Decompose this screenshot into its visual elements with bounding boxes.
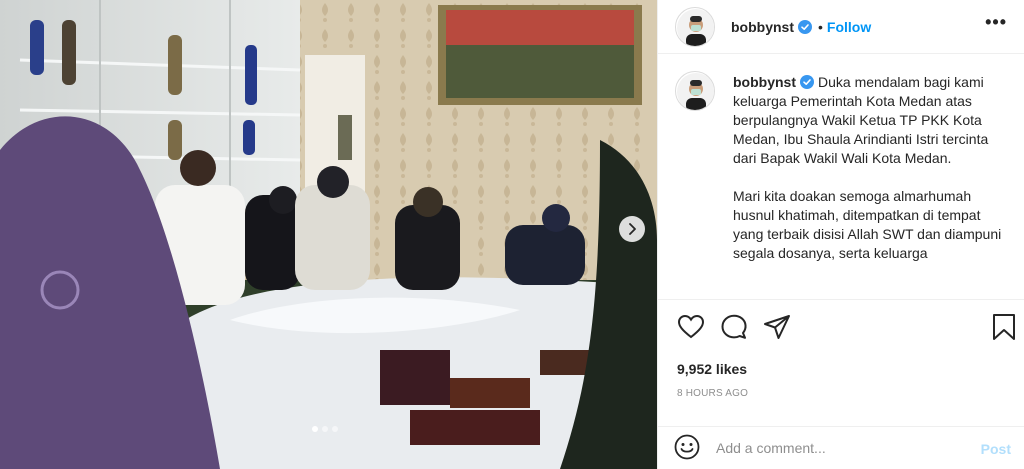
caption-paragraph: Mari kita doakan semoga almarhumah husnu… (733, 188, 1002, 261)
follow-button[interactable]: Follow (827, 19, 871, 35)
caption-avatar[interactable] (675, 71, 715, 111)
share-button[interactable] (763, 313, 791, 346)
avatar[interactable] (675, 6, 715, 47)
post-image (0, 0, 657, 469)
user-avatar-icon (677, 8, 714, 46)
caption-username[interactable]: bobbynst (733, 74, 796, 90)
header-username[interactable]: bobbynst (731, 19, 794, 35)
caption-section: bobbynst Duka mendalam bagi kami keluarg… (658, 55, 1024, 300)
more-options-icon[interactable]: ••• (985, 12, 1007, 33)
carousel-indicator (312, 426, 338, 432)
emoji-button[interactable] (674, 434, 702, 462)
chevron-right-icon (629, 223, 636, 235)
emoji-icon (674, 434, 700, 460)
comment-icon (721, 314, 747, 339)
comment-input[interactable] (716, 440, 956, 456)
user-avatar-icon (677, 73, 714, 110)
heart-icon (677, 314, 705, 339)
carousel-dot (312, 426, 318, 432)
carousel-dot (332, 426, 338, 432)
post-sidebar: bobbynst • Follow ••• bobbynst Duka mend… (657, 0, 1024, 469)
post-header: bobbynst • Follow ••• (658, 0, 1024, 54)
action-bar (674, 313, 1015, 341)
post-timestamp[interactable]: 8 HOURS AGO (677, 388, 748, 399)
separator-bullet: • (818, 18, 823, 35)
like-button[interactable] (677, 313, 705, 346)
verified-badge-icon (798, 19, 812, 34)
caption-text: bobbynst Duka mendalam bagi kami keluarg… (733, 73, 1011, 282)
carousel-next-button[interactable] (619, 216, 645, 242)
post-comment-button[interactable]: Post (981, 441, 1011, 457)
likes-count[interactable]: 9,952 likes (677, 361, 747, 377)
carousel-dot (322, 426, 328, 432)
comment-button[interactable] (720, 313, 748, 346)
post-photo[interactable] (0, 0, 657, 469)
verified-badge-icon (800, 75, 814, 89)
bookmark-icon (993, 314, 1015, 340)
share-icon (764, 315, 790, 339)
save-button[interactable] (990, 313, 1018, 346)
comment-bar: Post (658, 426, 1024, 469)
